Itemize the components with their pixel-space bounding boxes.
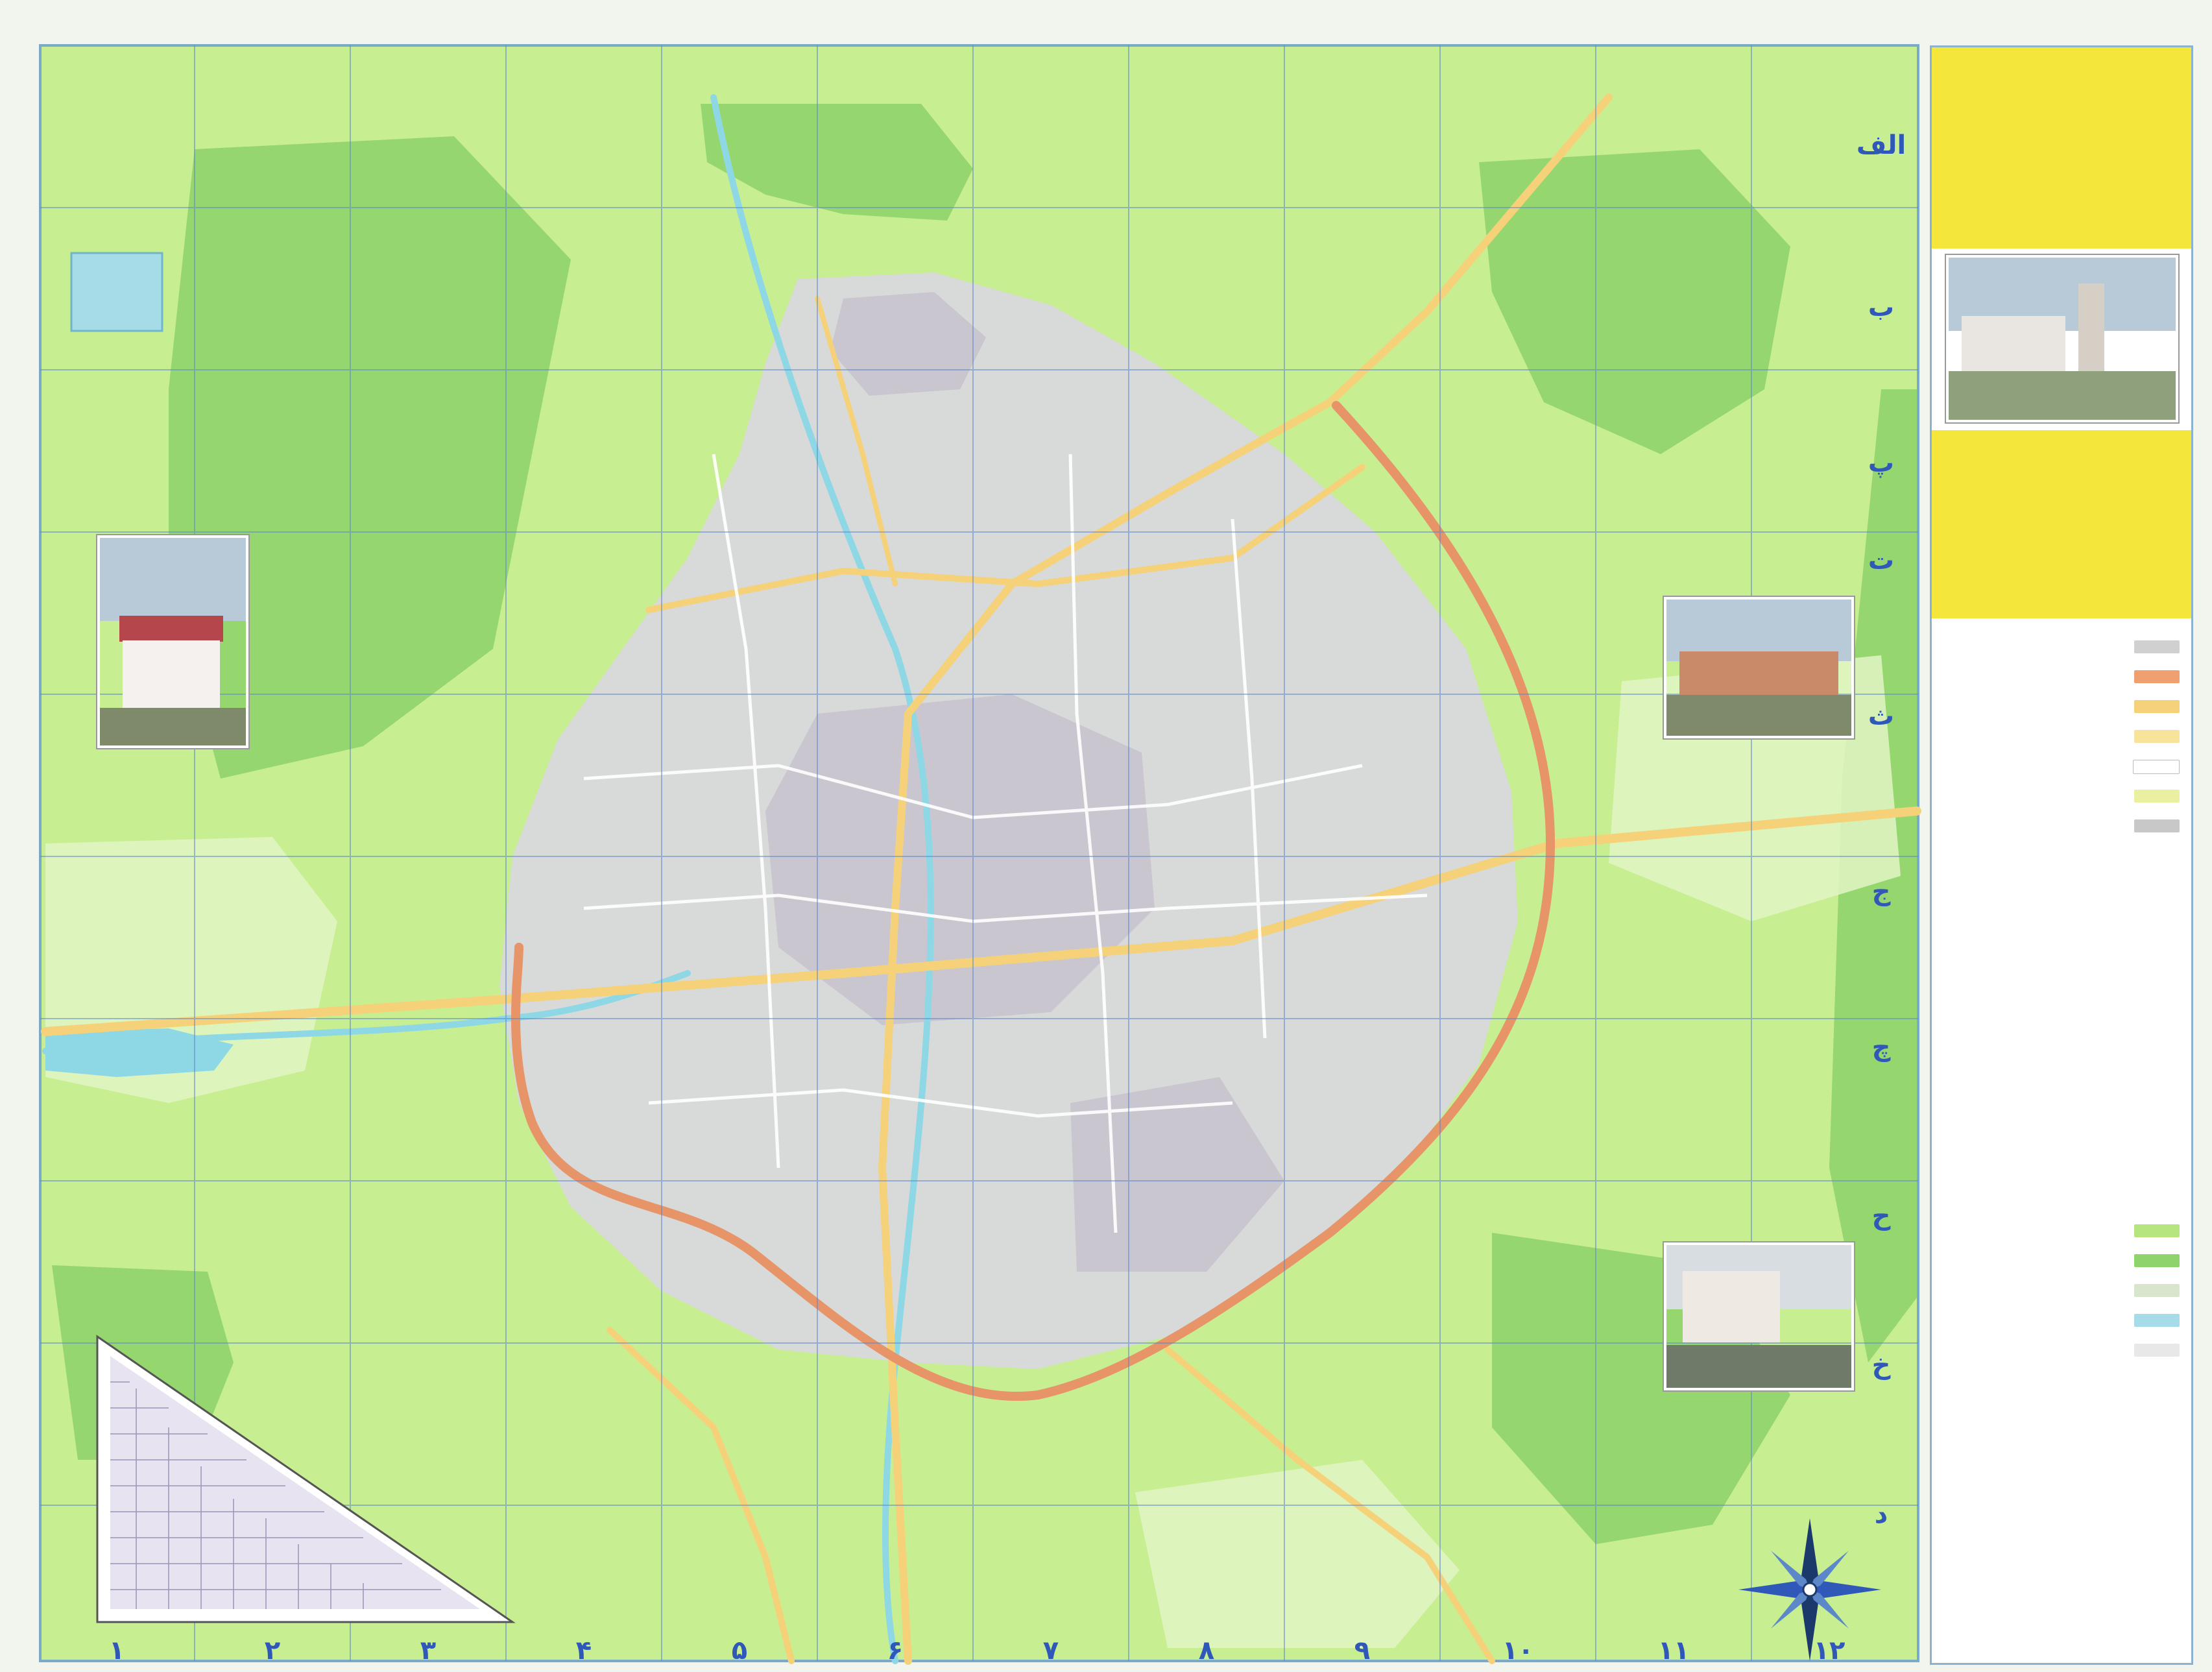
legend-item [1938,1306,2185,1336]
grid-column-label: ۵ [731,1636,748,1666]
grid-row-label: د [1874,1499,1888,1529]
grid-column-label: ۷ [1042,1636,1059,1666]
legend-item [1938,1276,2185,1306]
grid-column-label: ۳ [420,1636,437,1666]
legend-swatch [2133,760,2180,774]
legend-label [1950,1313,2125,1328]
grid-column-label: ۸ [1198,1636,1215,1666]
grid-row-label: پ [1868,448,1895,478]
legend-item [1938,662,2185,692]
legend-label [1950,669,2125,685]
legend-swatch [2134,670,2180,683]
legend-title-block [1932,47,2191,248]
grid-row-label: ج [1871,877,1891,906]
legend-item [1938,633,2185,662]
legend-swatch [2134,790,2180,803]
landmark-photo-right-bottom [1664,1242,1854,1390]
grid-row-label: خ [1871,1350,1891,1380]
grid-row-label: ب [1868,293,1895,322]
map-canvas[interactable] [0,0,2212,1672]
legend-item [1938,752,2185,782]
grid-column-label: ۶ [887,1636,904,1666]
grid-column-label: ۱۱ [1657,1636,1690,1666]
legend-label [1950,1283,2125,1298]
legend-swatch [2134,819,2180,832]
landmark-photo-left [97,535,248,748]
reservoir [70,252,163,332]
legend-item [1938,1217,2185,1246]
grid-column-label: ۲ [264,1636,281,1666]
map-sheet: ۱ ۲ ۳ ۴ ۵ ۶ ۷ ۸ ۹ ۱۰ ۱۱ ۱۲ الف ب پ ت ث ج… [0,0,2212,1672]
grid-row-label: ح [1871,1201,1891,1231]
legend-swatch [2134,1254,2180,1267]
grid-row-label: ث [1868,701,1895,731]
grid-row-label: الف [1856,130,1906,160]
grid-row-label: چ [1871,1032,1891,1062]
grid-column-label: ۴ [575,1636,592,1666]
grid-column-label: ۱ [108,1636,125,1666]
legend-item [1938,722,2185,752]
legend-label [1950,1253,2125,1268]
legend-swatch [2134,730,2180,743]
landmark-photo-right-top [1664,597,1854,738]
legend-label [1950,758,2125,774]
legend-swatch [2134,700,2180,713]
legend-label [1950,1342,2125,1358]
legend-swatch [2134,1284,2180,1297]
legend-item [1938,692,2185,722]
legend-item [1938,782,2185,812]
grid-row-label: ت [1868,546,1895,576]
legend-swatch [2134,1344,2180,1357]
legend-photo [1946,255,2178,422]
legend-label [1950,788,2125,804]
legend-label [1950,729,2125,744]
legend-panel [1930,45,2193,1665]
legend-label [1950,818,2125,834]
legend-item [1938,1336,2185,1366]
legend-swatch [2134,1314,2180,1327]
legend-publisher-block [1932,430,2191,618]
legend-label [1950,1223,2125,1239]
grid-column-label: ۱۰ [1502,1636,1534,1666]
grid-column-label: ۱۲ [1813,1636,1845,1666]
grid-column-label: ۹ [1354,1636,1371,1666]
legend-swatch [2134,1224,2180,1237]
legend-item [1938,812,2185,842]
legend-item [1938,1246,2185,1276]
legend-label [1950,639,2125,655]
legend-swatch [2134,640,2180,653]
legend-label [1950,699,2125,714]
